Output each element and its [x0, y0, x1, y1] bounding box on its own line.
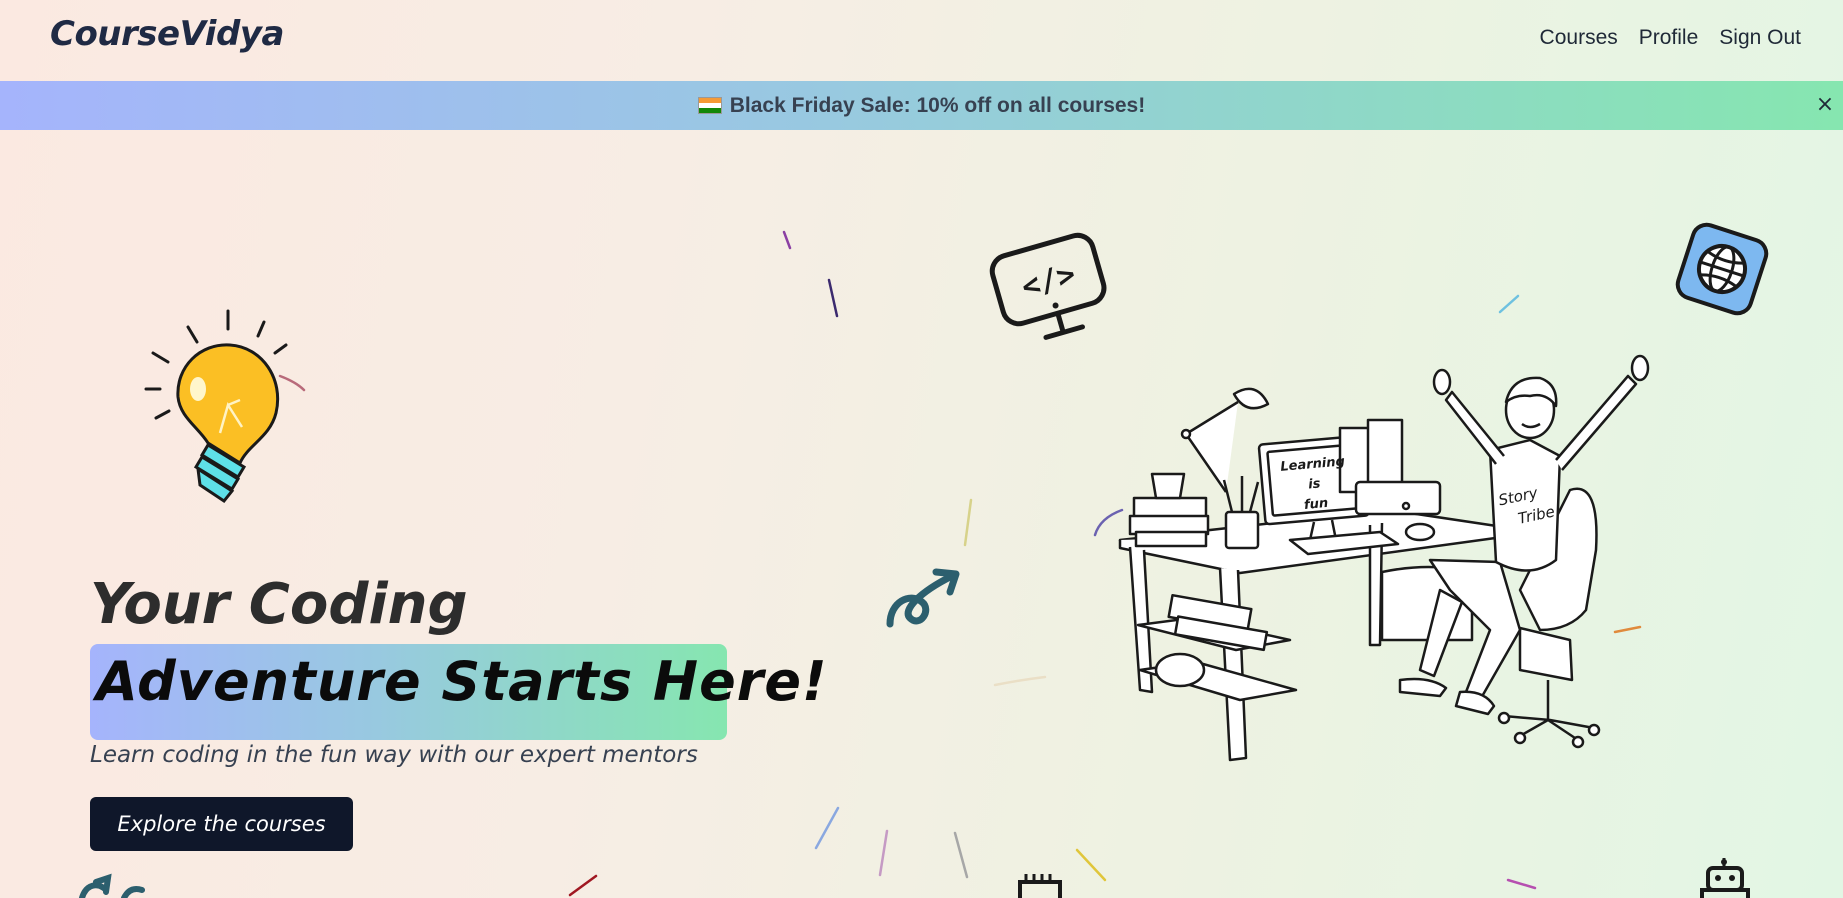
chip-icon	[1018, 874, 1062, 898]
monitor-text-line2: is	[1308, 476, 1322, 492]
confetti-stroke	[1506, 878, 1537, 890]
close-banner-button[interactable]: ×	[1811, 91, 1839, 119]
desk-illustration: Learning is fun Story Tribe	[1118, 354, 1650, 762]
sale-banner: Black Friday Sale: 10% off on all course…	[0, 81, 1843, 130]
hero-title-line1: Your Coding	[90, 572, 468, 637]
lightbulb-icon	[144, 309, 288, 504]
hero-subtitle: Learn coding in the fun way with our exp…	[90, 742, 698, 768]
nav-courses-link[interactable]: Courses	[1540, 26, 1618, 50]
code-monitor-icon: </>	[989, 232, 1107, 340]
svg-text:</>: </>	[1018, 257, 1080, 306]
confetti-stroke	[814, 806, 840, 850]
swirl-arrow-icon	[886, 568, 960, 628]
nav-profile-link[interactable]: Profile	[1639, 26, 1699, 50]
confetti-stroke	[953, 831, 969, 879]
swirl-arrow-bottom-icon	[79, 873, 145, 898]
sale-banner-text: Black Friday Sale: 10% off on all course…	[697, 93, 1146, 118]
nav-signout-link[interactable]: Sign Out	[1719, 26, 1801, 50]
top-navbar: CourseVidya Courses Profile Sign Out	[0, 0, 1843, 81]
main-nav: Courses Profile Sign Out	[1540, 26, 1801, 50]
confetti-stroke	[1075, 848, 1107, 882]
confetti-stroke	[827, 278, 839, 318]
sale-message: Black Friday Sale: 10% off on all course…	[729, 93, 1146, 117]
confetti-stroke	[782, 230, 792, 250]
site-logo[interactable]: CourseVidya	[50, 14, 284, 54]
confetti-stroke	[1498, 294, 1520, 314]
india-flag-icon	[697, 97, 722, 114]
monitor-text-line3: fun	[1303, 496, 1328, 513]
robot-icon	[1700, 858, 1750, 898]
globe-icon	[1675, 222, 1769, 316]
explore-courses-button[interactable]: Explore the courses	[90, 797, 353, 851]
confetti-stroke	[963, 498, 973, 547]
confetti-stroke	[878, 829, 889, 877]
hero-title-line2: Adventure Starts Here!	[96, 650, 828, 713]
confetti-stroke	[568, 874, 598, 897]
confetti-stroke	[993, 675, 1047, 687]
